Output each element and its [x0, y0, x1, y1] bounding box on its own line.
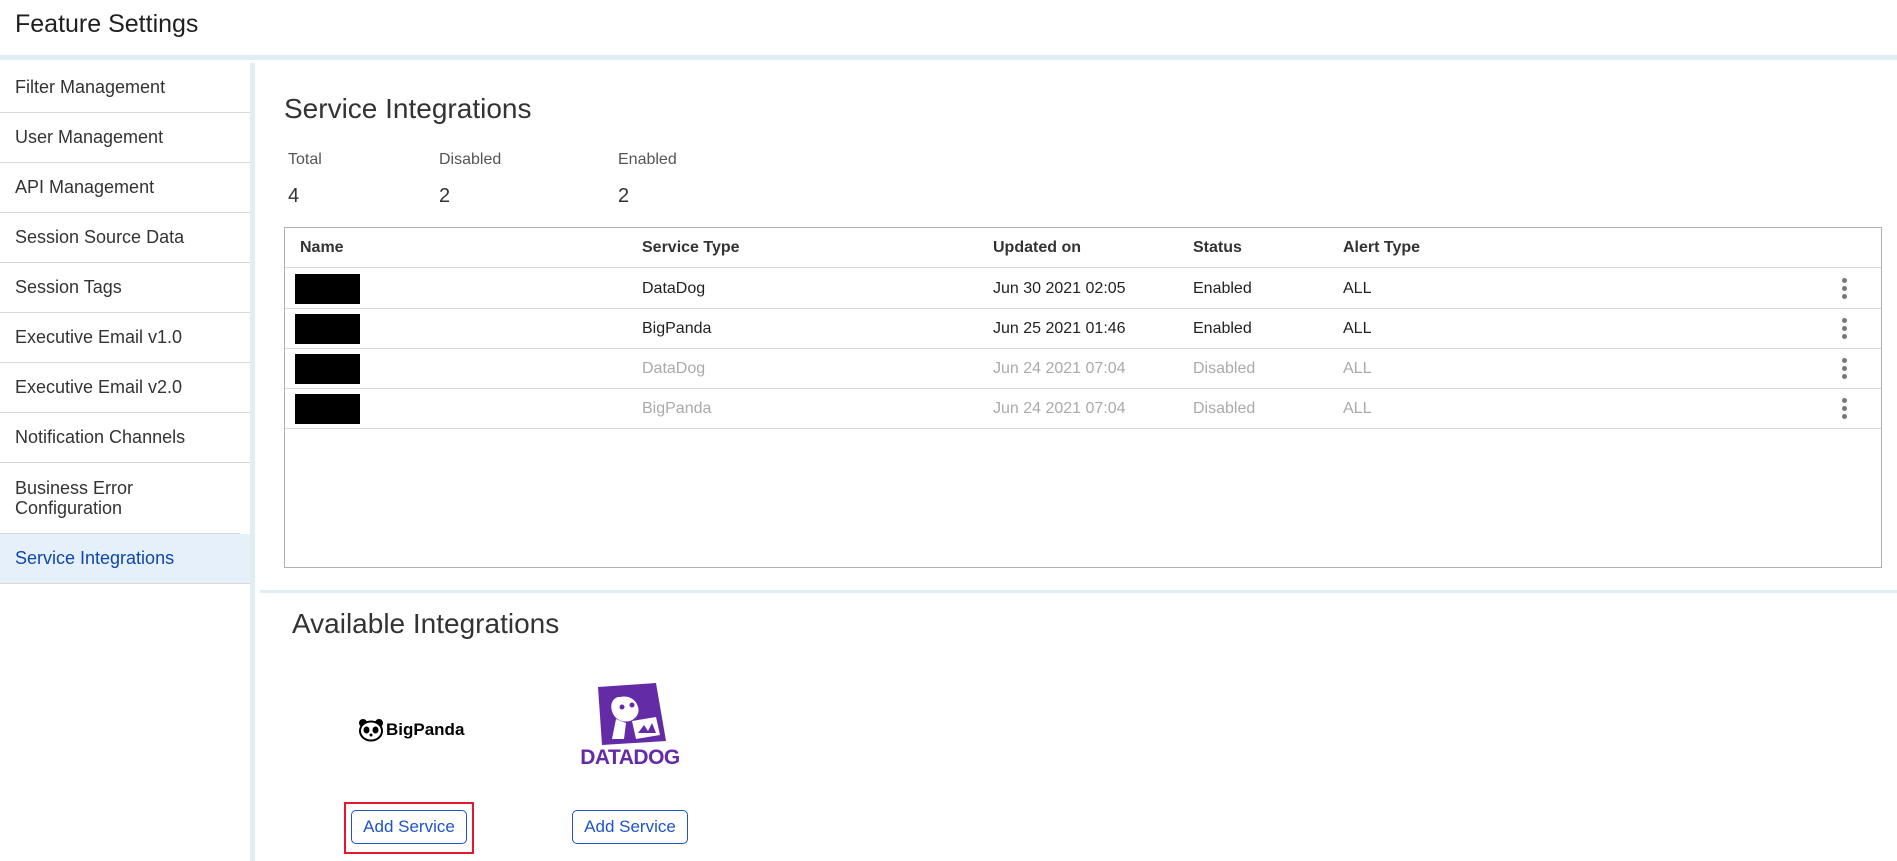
stat-disabled-value: 2 — [439, 185, 451, 207]
alert-type-cell: ALL — [1343, 400, 1372, 417]
updated-on-cell: Jun 24 2021 07:04 — [993, 400, 1126, 417]
stat-total-label: Total — [288, 151, 322, 168]
status-cell: Disabled — [1193, 400, 1256, 417]
datadog-logo-text: DATADOG — [580, 746, 680, 769]
status-cell: Enabled — [1193, 320, 1252, 337]
more-options-icon[interactable] — [1840, 398, 1848, 420]
column-header-status[interactable]: Status — [1193, 228, 1242, 268]
sidebar-item-user-management[interactable]: User Management — [0, 113, 250, 163]
updated-on-cell: Jun 30 2021 02:05 — [993, 280, 1126, 297]
datadog-dog-icon — [598, 683, 666, 745]
sidebar-item-api-management[interactable]: API Management — [0, 163, 250, 213]
app-header: Feature Settings — [0, 0, 1897, 60]
updated-on-cell: Jun 24 2021 07:04 — [993, 360, 1126, 377]
stat-enabled-label: Enabled — [618, 151, 677, 168]
column-header-name[interactable]: Name — [300, 228, 344, 268]
add-datadog-service-button[interactable]: Add Service — [572, 810, 688, 844]
table-row[interactable]: DataDog Jun 30 2021 02:05 Enabled ALL — [285, 269, 1881, 309]
sidebar-item-business-error-configuration[interactable]: Business Error Configuration — [0, 463, 240, 534]
redacted-name — [295, 314, 360, 344]
section-divider — [260, 590, 1897, 593]
column-header-updated-on[interactable]: Updated on — [993, 228, 1081, 268]
alert-type-cell: ALL — [1343, 360, 1372, 377]
more-options-icon[interactable] — [1840, 278, 1848, 300]
sidebar-item-session-source-data[interactable]: Session Source Data — [0, 213, 250, 263]
table-row[interactable]: BigPanda Jun 24 2021 07:04 Disabled ALL — [285, 389, 1881, 429]
redacted-name — [295, 274, 360, 304]
page-title: Feature Settings — [15, 10, 199, 38]
service-type-cell: DataDog — [642, 280, 706, 297]
sidebar-item-notification-channels[interactable]: Notification Channels — [0, 413, 250, 463]
sidebar: Filter Management User Management API Ma… — [0, 63, 255, 861]
sidebar-item-filter-management[interactable]: Filter Management — [0, 63, 250, 113]
redacted-name — [295, 354, 360, 384]
sidebar-item-service-integrations[interactable]: Service Integrations — [0, 534, 250, 584]
more-options-icon[interactable] — [1840, 318, 1848, 340]
add-bigpanda-service-button[interactable]: Add Service — [351, 810, 467, 844]
column-header-alert-type[interactable]: Alert Type — [1343, 228, 1420, 268]
integrations-table: Name Service Type Updated on Status Aler… — [284, 227, 1882, 568]
stat-enabled-value: 2 — [618, 185, 630, 207]
service-type-cell: DataDog — [642, 360, 706, 377]
stat-disabled-label: Disabled — [439, 151, 502, 168]
column-header-service-type[interactable]: Service Type — [642, 228, 740, 268]
datadog-logo: DATADOG — [578, 683, 682, 770]
alert-type-cell: ALL — [1343, 280, 1372, 297]
status-cell: Disabled — [1193, 360, 1256, 377]
service-integrations-title: Service Integrations — [284, 93, 532, 124]
table-row[interactable]: BigPanda Jun 25 2021 01:46 Enabled ALL — [285, 309, 1881, 349]
sidebar-item-session-tags[interactable]: Session Tags — [0, 263, 250, 313]
service-type-cell: BigPanda — [642, 400, 712, 417]
bigpanda-logo-text: BigPanda — [386, 720, 465, 739]
available-integrations-title: Available Integrations — [292, 608, 560, 639]
updated-on-cell: Jun 25 2021 01:46 — [993, 320, 1126, 337]
redacted-name — [295, 394, 360, 424]
main-content: Service Integrations Total 4 Disabled 2 … — [260, 63, 1897, 861]
table-row[interactable]: DataDog Jun 24 2021 07:04 Disabled ALL — [285, 349, 1881, 389]
more-options-icon[interactable] — [1840, 358, 1848, 380]
status-cell: Enabled — [1193, 280, 1252, 297]
table-header-row: Name Service Type Updated on Status Aler… — [285, 228, 1881, 268]
sidebar-item-executive-email-v2[interactable]: Executive Email v2.0 — [0, 363, 250, 413]
panda-icon — [359, 719, 383, 742]
bigpanda-logo: BigPanda — [358, 718, 464, 742]
stat-total-value: 4 — [288, 185, 300, 207]
service-type-cell: BigPanda — [642, 320, 712, 337]
sidebar-item-executive-email-v1[interactable]: Executive Email v1.0 — [0, 313, 250, 363]
alert-type-cell: ALL — [1343, 320, 1372, 337]
